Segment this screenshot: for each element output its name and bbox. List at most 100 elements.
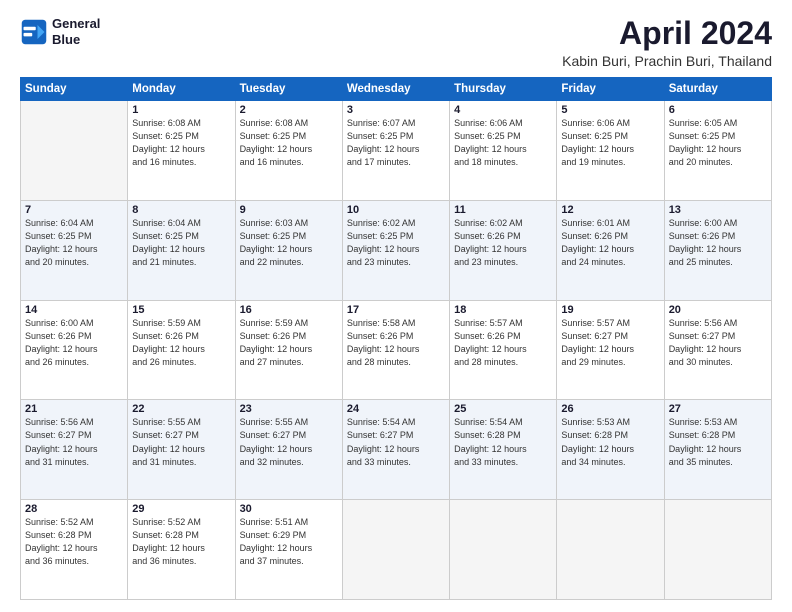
day-number: 13 xyxy=(669,204,767,216)
logo-text: General Blue xyxy=(52,16,100,47)
calendar-cell: 17Sunrise: 5:58 AMSunset: 6:26 PMDayligh… xyxy=(342,300,449,400)
weekday-header-row: SundayMondayTuesdayWednesdayThursdayFrid… xyxy=(21,78,772,101)
day-info: Sunrise: 5:55 AMSunset: 6:27 PMDaylight:… xyxy=(132,416,230,468)
day-number: 8 xyxy=(132,204,230,216)
weekday-header-thursday: Thursday xyxy=(450,78,557,101)
logo-line1: General xyxy=(52,16,100,32)
day-number: 4 xyxy=(454,104,552,116)
calendar-cell: 11Sunrise: 6:02 AMSunset: 6:26 PMDayligh… xyxy=(450,200,557,300)
day-info: Sunrise: 6:05 AMSunset: 6:25 PMDaylight:… xyxy=(669,117,767,169)
calendar-cell: 23Sunrise: 5:55 AMSunset: 6:27 PMDayligh… xyxy=(235,400,342,500)
calendar-cell: 29Sunrise: 5:52 AMSunset: 6:28 PMDayligh… xyxy=(128,500,235,600)
day-info: Sunrise: 5:53 AMSunset: 6:28 PMDaylight:… xyxy=(561,416,659,468)
calendar-cell: 15Sunrise: 5:59 AMSunset: 6:26 PMDayligh… xyxy=(128,300,235,400)
weekday-header-saturday: Saturday xyxy=(664,78,771,101)
calendar-cell xyxy=(21,101,128,201)
day-number: 10 xyxy=(347,204,445,216)
calendar-cell: 21Sunrise: 5:56 AMSunset: 6:27 PMDayligh… xyxy=(21,400,128,500)
calendar-cell: 25Sunrise: 5:54 AMSunset: 6:28 PMDayligh… xyxy=(450,400,557,500)
day-number: 12 xyxy=(561,204,659,216)
calendar-cell: 18Sunrise: 5:57 AMSunset: 6:26 PMDayligh… xyxy=(450,300,557,400)
day-number: 3 xyxy=(347,104,445,116)
calendar-cell: 13Sunrise: 6:00 AMSunset: 6:26 PMDayligh… xyxy=(664,200,771,300)
day-number: 1 xyxy=(132,104,230,116)
day-number: 17 xyxy=(347,304,445,316)
week-row-2: 7Sunrise: 6:04 AMSunset: 6:25 PMDaylight… xyxy=(21,200,772,300)
day-info: Sunrise: 5:59 AMSunset: 6:26 PMDaylight:… xyxy=(132,317,230,369)
day-info: Sunrise: 5:56 AMSunset: 6:27 PMDaylight:… xyxy=(669,317,767,369)
day-info: Sunrise: 6:08 AMSunset: 6:25 PMDaylight:… xyxy=(240,117,338,169)
day-number: 26 xyxy=(561,403,659,415)
calendar-cell: 4Sunrise: 6:06 AMSunset: 6:25 PMDaylight… xyxy=(450,101,557,201)
day-number: 23 xyxy=(240,403,338,415)
calendar-table: SundayMondayTuesdayWednesdayThursdayFrid… xyxy=(20,77,772,600)
calendar-cell: 28Sunrise: 5:52 AMSunset: 6:28 PMDayligh… xyxy=(21,500,128,600)
calendar-cell xyxy=(664,500,771,600)
day-info: Sunrise: 5:51 AMSunset: 6:29 PMDaylight:… xyxy=(240,516,338,568)
week-row-1: 1Sunrise: 6:08 AMSunset: 6:25 PMDaylight… xyxy=(21,101,772,201)
page: General Blue April 2024 Kabin Buri, Prac… xyxy=(0,0,792,612)
day-number: 6 xyxy=(669,104,767,116)
day-info: Sunrise: 5:52 AMSunset: 6:28 PMDaylight:… xyxy=(25,516,123,568)
day-info: Sunrise: 6:06 AMSunset: 6:25 PMDaylight:… xyxy=(561,117,659,169)
day-number: 9 xyxy=(240,204,338,216)
day-number: 21 xyxy=(25,403,123,415)
day-number: 19 xyxy=(561,304,659,316)
day-number: 15 xyxy=(132,304,230,316)
day-number: 30 xyxy=(240,503,338,515)
calendar-cell: 10Sunrise: 6:02 AMSunset: 6:25 PMDayligh… xyxy=(342,200,449,300)
day-number: 20 xyxy=(669,304,767,316)
calendar-cell xyxy=(557,500,664,600)
day-number: 29 xyxy=(132,503,230,515)
title-area: April 2024 Kabin Buri, Prachin Buri, Tha… xyxy=(562,16,772,69)
day-info: Sunrise: 6:02 AMSunset: 6:25 PMDaylight:… xyxy=(347,217,445,269)
header: General Blue April 2024 Kabin Buri, Prac… xyxy=(20,16,772,69)
calendar-cell: 20Sunrise: 5:56 AMSunset: 6:27 PMDayligh… xyxy=(664,300,771,400)
calendar-cell: 5Sunrise: 6:06 AMSunset: 6:25 PMDaylight… xyxy=(557,101,664,201)
calendar-cell: 6Sunrise: 6:05 AMSunset: 6:25 PMDaylight… xyxy=(664,101,771,201)
day-info: Sunrise: 5:52 AMSunset: 6:28 PMDaylight:… xyxy=(132,516,230,568)
week-row-3: 14Sunrise: 6:00 AMSunset: 6:26 PMDayligh… xyxy=(21,300,772,400)
day-number: 7 xyxy=(25,204,123,216)
day-info: Sunrise: 6:06 AMSunset: 6:25 PMDaylight:… xyxy=(454,117,552,169)
weekday-header-wednesday: Wednesday xyxy=(342,78,449,101)
weekday-header-sunday: Sunday xyxy=(21,78,128,101)
day-info: Sunrise: 5:54 AMSunset: 6:27 PMDaylight:… xyxy=(347,416,445,468)
calendar-cell: 7Sunrise: 6:04 AMSunset: 6:25 PMDaylight… xyxy=(21,200,128,300)
logo: General Blue xyxy=(20,16,100,47)
calendar-cell: 24Sunrise: 5:54 AMSunset: 6:27 PMDayligh… xyxy=(342,400,449,500)
calendar-cell: 1Sunrise: 6:08 AMSunset: 6:25 PMDaylight… xyxy=(128,101,235,201)
day-info: Sunrise: 6:00 AMSunset: 6:26 PMDaylight:… xyxy=(25,317,123,369)
calendar-cell: 27Sunrise: 5:53 AMSunset: 6:28 PMDayligh… xyxy=(664,400,771,500)
day-number: 27 xyxy=(669,403,767,415)
day-info: Sunrise: 5:54 AMSunset: 6:28 PMDaylight:… xyxy=(454,416,552,468)
day-number: 14 xyxy=(25,304,123,316)
day-info: Sunrise: 5:53 AMSunset: 6:28 PMDaylight:… xyxy=(669,416,767,468)
day-info: Sunrise: 6:03 AMSunset: 6:25 PMDaylight:… xyxy=(240,217,338,269)
day-info: Sunrise: 6:01 AMSunset: 6:26 PMDaylight:… xyxy=(561,217,659,269)
calendar-cell: 22Sunrise: 5:55 AMSunset: 6:27 PMDayligh… xyxy=(128,400,235,500)
logo-icon xyxy=(20,18,48,46)
day-number: 25 xyxy=(454,403,552,415)
weekday-header-tuesday: Tuesday xyxy=(235,78,342,101)
calendar-cell: 14Sunrise: 6:00 AMSunset: 6:26 PMDayligh… xyxy=(21,300,128,400)
day-number: 11 xyxy=(454,204,552,216)
calendar-cell: 16Sunrise: 5:59 AMSunset: 6:26 PMDayligh… xyxy=(235,300,342,400)
calendar-cell: 2Sunrise: 6:08 AMSunset: 6:25 PMDaylight… xyxy=(235,101,342,201)
calendar-cell: 19Sunrise: 5:57 AMSunset: 6:27 PMDayligh… xyxy=(557,300,664,400)
calendar-cell: 12Sunrise: 6:01 AMSunset: 6:26 PMDayligh… xyxy=(557,200,664,300)
day-info: Sunrise: 5:56 AMSunset: 6:27 PMDaylight:… xyxy=(25,416,123,468)
day-info: Sunrise: 6:04 AMSunset: 6:25 PMDaylight:… xyxy=(25,217,123,269)
week-row-5: 28Sunrise: 5:52 AMSunset: 6:28 PMDayligh… xyxy=(21,500,772,600)
subtitle: Kabin Buri, Prachin Buri, Thailand xyxy=(562,53,772,69)
calendar-cell: 26Sunrise: 5:53 AMSunset: 6:28 PMDayligh… xyxy=(557,400,664,500)
day-number: 28 xyxy=(25,503,123,515)
day-info: Sunrise: 6:07 AMSunset: 6:25 PMDaylight:… xyxy=(347,117,445,169)
day-number: 22 xyxy=(132,403,230,415)
day-info: Sunrise: 6:08 AMSunset: 6:25 PMDaylight:… xyxy=(132,117,230,169)
day-number: 5 xyxy=(561,104,659,116)
calendar-cell: 3Sunrise: 6:07 AMSunset: 6:25 PMDaylight… xyxy=(342,101,449,201)
calendar-cell: 9Sunrise: 6:03 AMSunset: 6:25 PMDaylight… xyxy=(235,200,342,300)
day-number: 18 xyxy=(454,304,552,316)
calendar-header: SundayMondayTuesdayWednesdayThursdayFrid… xyxy=(21,78,772,101)
